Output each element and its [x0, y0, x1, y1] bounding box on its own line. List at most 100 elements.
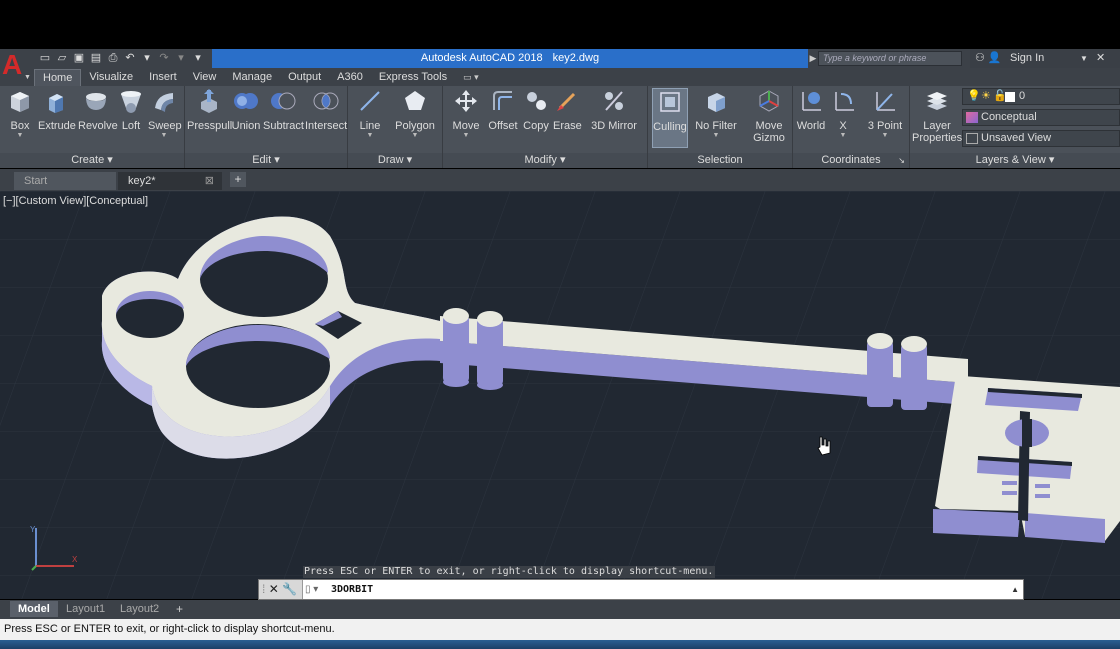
app-name: Autodesk AutoCAD 2018 — [420, 52, 543, 64]
sign-in-label: Sign In — [1010, 52, 1045, 64]
box-button[interactable]: Box ▼ — [6, 88, 34, 140]
chevron-down-icon[interactable]: ▼ — [148, 132, 180, 140]
no-filter-button[interactable]: No Filter ▼ — [694, 88, 738, 140]
chevron-down-icon[interactable]: ▼ — [449, 132, 483, 140]
drawing-viewport[interactable]: Y X [−][Custom View][Conceptual] — [0, 191, 1120, 599]
intersect-button[interactable]: Intersect — [305, 88, 347, 132]
chevron-down-icon[interactable]: ▼ — [352, 132, 388, 140]
tab-start[interactable]: Start — [14, 172, 116, 190]
extrude-button[interactable]: Extrude — [38, 88, 76, 132]
ucs-x-button[interactable]: X ▼ — [831, 88, 855, 140]
layer-dropdown[interactable]: 💡 ☀ 🔓 0 — [962, 88, 1120, 105]
offset-icon — [493, 91, 512, 110]
panel-edit-title[interactable]: Edit ▾ — [185, 153, 347, 168]
new-tab-button[interactable]: + — [230, 172, 246, 187]
close-icon[interactable]: ✕ — [269, 582, 279, 596]
tab-view[interactable]: View — [185, 69, 225, 86]
command-line[interactable]: ⁞ ✕ 🔧 ▯ ▾ 3DORBIT ▲ — [258, 579, 1024, 600]
union-button[interactable]: Union — [231, 88, 261, 132]
loft-button[interactable]: Loft — [118, 88, 144, 132]
visual-style-dropdown[interactable]: Conceptual — [962, 109, 1120, 126]
top-black-bar — [0, 0, 1120, 49]
chevron-down-icon[interactable]: ▼ — [694, 132, 738, 140]
panel-draw-title[interactable]: Draw ▾ — [348, 153, 442, 168]
panel-selection-title[interactable]: Selection — [648, 153, 792, 168]
binoculars-icon[interactable]: ⚇ 👤 — [975, 49, 1002, 68]
tab-visualize[interactable]: Visualize — [81, 69, 141, 86]
chevron-down-icon[interactable]: ▼ — [1080, 49, 1088, 68]
lightbulb-icon[interactable]: 💡 — [967, 89, 981, 104]
command-input[interactable]: 3DORBIT — [331, 580, 373, 599]
presspull-button[interactable]: Presspull — [187, 88, 232, 132]
layer-properties-button[interactable]: Layer Properties — [912, 88, 962, 144]
ribbon-minimize-icon[interactable]: ▭ ▾ — [463, 69, 489, 86]
chevron-down-icon[interactable]: ▼ — [392, 132, 438, 140]
save-icon[interactable]: ▣ — [72, 52, 86, 65]
sun-icon[interactable]: ☀ — [981, 89, 991, 104]
tab-output[interactable]: Output — [280, 69, 329, 86]
open-file-icon[interactable]: ▱ — [55, 52, 69, 65]
customize-qat-icon[interactable]: ▾ — [191, 52, 205, 65]
ucs-3-point-button[interactable]: 3 Point ▼ — [865, 88, 905, 140]
revolve-button[interactable]: Revolve — [78, 88, 118, 132]
sign-in-button[interactable]: ⚇ 👤 Sign In ▼ ✕ — [970, 49, 1120, 68]
undo-dropdown-icon[interactable]: ▾ — [140, 52, 154, 65]
new-file-icon[interactable]: ▭ — [38, 52, 52, 65]
move-icon — [455, 90, 477, 112]
chevron-up-icon[interactable]: ▲ — [1011, 580, 1019, 599]
tab-home[interactable]: Home — [34, 69, 82, 86]
search-input[interactable]: Type a keyword or phrase — [818, 51, 962, 66]
chevron-down-icon[interactable]: ▼ — [865, 132, 905, 140]
sweep-button[interactable]: Sweep ▼ — [148, 88, 182, 140]
ucs-world-icon — [802, 92, 821, 111]
add-layout-button[interactable]: + — [168, 601, 191, 617]
subtract-icon — [271, 92, 296, 110]
move-gizmo-button[interactable]: Move Gizmo — [750, 88, 788, 144]
panel-create-title[interactable]: Create ▾ — [0, 153, 184, 168]
model-canvas[interactable]: Y X — [0, 191, 1120, 599]
named-view-dropdown[interactable]: Unsaved View — [962, 130, 1120, 147]
wrench-icon[interactable]: 🔧 — [282, 582, 297, 596]
save-as-icon[interactable]: ▤ — [89, 52, 103, 65]
tab-insert[interactable]: Insert — [141, 69, 185, 86]
drag-handle-icon[interactable]: ⁞ — [262, 582, 265, 596]
line-button[interactable]: Line ▼ — [352, 88, 388, 140]
copy-button[interactable]: Copy — [521, 88, 551, 132]
ucs-world-button[interactable]: World — [795, 88, 827, 132]
close-icon[interactable]: ⊠ — [205, 172, 214, 190]
ucs-3-point-icon — [876, 92, 895, 111]
dialog-launcher-icon[interactable]: ↘ — [898, 153, 905, 168]
redo-dropdown-icon[interactable]: ▾ — [174, 52, 188, 65]
layer-color-swatch[interactable] — [1005, 92, 1015, 102]
tab-layout2[interactable]: Layout2 — [112, 601, 167, 617]
chevron-down-icon[interactable]: ▼ — [831, 132, 855, 140]
print-icon[interactable]: ⎙ — [106, 52, 120, 65]
3d-mirror-button[interactable]: 3D Mirror — [589, 88, 639, 132]
tab-key2[interactable]: key2* ⊠ — [118, 172, 222, 190]
tab-layout1[interactable]: Layout1 — [58, 601, 113, 617]
panel-modify-title[interactable]: Modify ▾ — [443, 153, 647, 168]
tab-a360[interactable]: A360 — [329, 69, 371, 86]
chevron-down-icon[interactable]: ▼ — [6, 132, 34, 140]
intersect-icon — [313, 92, 339, 110]
panel-coordinates-title[interactable]: Coordinates ↘ — [793, 153, 909, 168]
panel-layers-view-title[interactable]: Layers & View ▾ — [910, 153, 1120, 168]
ribbon-tabs: Home Visualize Insert View Manage Output… — [34, 68, 1120, 86]
polygon-button[interactable]: Polygon ▼ — [392, 88, 438, 140]
visual-style-icon — [966, 112, 978, 123]
erase-button[interactable]: Erase — [553, 88, 582, 132]
tab-manage[interactable]: Manage — [224, 69, 280, 86]
tab-express-tools[interactable]: Express Tools — [371, 69, 455, 86]
move-button[interactable]: Move ▼ — [449, 88, 483, 140]
polygon-icon — [405, 91, 425, 110]
viewport-controls-label[interactable]: [−][Custom View][Conceptual] — [3, 195, 148, 207]
chevron-right-icon[interactable]: ▶ — [808, 49, 818, 68]
culling-button[interactable]: Culling — [652, 88, 688, 148]
exchange-icon[interactable]: ✕ — [1096, 49, 1105, 68]
tab-model[interactable]: Model — [10, 601, 58, 617]
subtract-button[interactable]: Subtract — [263, 88, 304, 132]
undo-icon[interactable]: ↶ — [123, 52, 137, 65]
offset-button[interactable]: Offset — [487, 88, 519, 132]
redo-icon[interactable]: ↷ — [157, 52, 171, 65]
application-menu-button[interactable]: A ▼ — [0, 49, 34, 86]
